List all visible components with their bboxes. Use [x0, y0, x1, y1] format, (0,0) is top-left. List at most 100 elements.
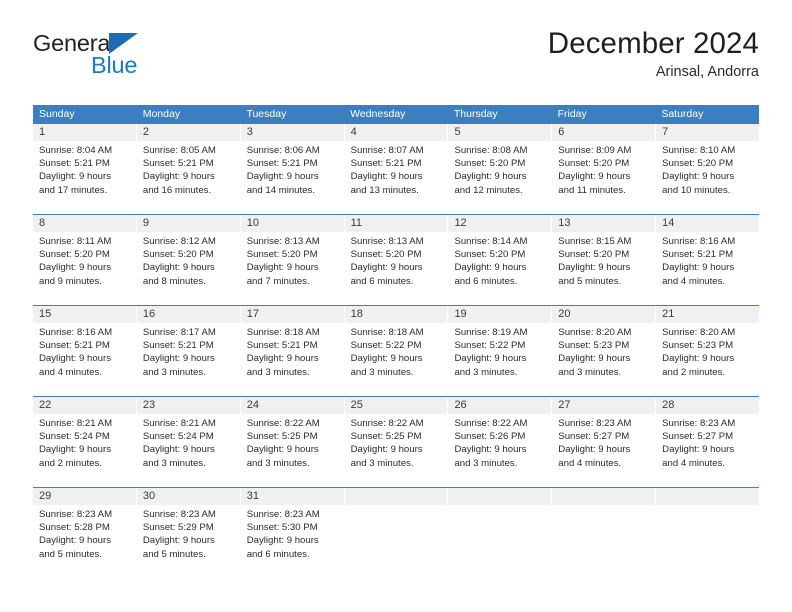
calendar-day-cell[interactable]: 31 Sunrise: 8:23 AM Sunset: 5:30 PM Dayligh…	[240, 488, 345, 578]
day-number: 12	[448, 215, 552, 232]
calendar-day-cell[interactable]: 27 Sunrise: 8:23 AM Sunset: 5:27 PM Dayligh…	[552, 397, 657, 487]
calendar-day-cell[interactable]: 6 Sunrise: 8:09 AM Sunset: 5:20 PM Daylight…	[552, 124, 657, 214]
daylight-duration-line2: and 14 minutes.	[246, 184, 315, 196]
sunset-time: Sunset: 5:21 PM	[39, 340, 110, 352]
sunrise-time: Sunrise: 8:18 AM	[350, 327, 424, 338]
calendar-day-cell[interactable]: 7 Sunrise: 8:10 AM Sunset: 5:20 PM Daylight…	[656, 124, 760, 214]
calendar-day-cell[interactable]: 21 Sunrise: 8:20 AM Sunset: 5:23 PM Dayligh…	[656, 306, 760, 396]
calendar-day-cell[interactable]: 24 Sunrise: 8:22 AM Sunset: 5:25 PM Dayligh…	[240, 397, 345, 487]
calendar-day-cell[interactable]: 1 Sunrise: 8:04 AM Sunset: 5:21 PM Daylight…	[33, 124, 137, 214]
calendar-day-cell[interactable]: 5 Sunrise: 8:08 AM Sunset: 5:20 PM Daylight…	[448, 124, 553, 214]
calendar-day-cell[interactable]: 8 Sunrise: 8:11 AM Sunset: 5:20 PM Daylight…	[33, 215, 137, 305]
calendar-week-row: 8 Sunrise: 8:11 AM Sunset: 5:20 PM Daylight…	[33, 214, 760, 305]
logo-text-blue: Blue	[91, 52, 138, 78]
daylight-duration-line2: and 6 minutes.	[246, 548, 310, 560]
sunrise-time: Sunrise: 8:20 AM	[662, 327, 736, 338]
daylight-duration-line1: Daylight: 9 hours	[246, 171, 319, 183]
calendar-day-cell[interactable]: 4 Sunrise: 8:07 AM Sunset: 5:21 PM Daylight…	[344, 124, 449, 214]
sunrise-time: Sunrise: 8:08 AM	[454, 145, 528, 156]
calendar-day-cell[interactable]: 28 Sunrise: 8:23 AM Sunset: 5:27 PM Dayligh…	[656, 397, 760, 487]
sunset-time: Sunset: 5:20 PM	[558, 249, 630, 261]
sunrise-time: Sunrise: 8:05 AM	[142, 145, 216, 156]
sunset-time: Sunset: 5:23 PM	[662, 340, 734, 352]
weekday-header-thursday: Thursday	[453, 108, 498, 120]
day-number: 30	[136, 488, 240, 505]
daylight-duration-line2: and 16 minutes.	[142, 184, 212, 196]
daylight-duration-line1: Daylight: 9 hours	[662, 353, 735, 365]
sunset-time: Sunset: 5:22 PM	[454, 340, 526, 352]
day-number: 24	[240, 397, 344, 414]
daylight-duration-line2: and 3 minutes.	[142, 457, 206, 469]
daylight-duration-line2: and 5 minutes.	[39, 548, 102, 560]
daylight-duration-line2: and 3 minutes.	[454, 366, 518, 378]
day-number	[344, 488, 448, 505]
calendar-day-cell[interactable]: 14 Sunrise: 8:16 AM Sunset: 5:21 PM Dayligh…	[656, 215, 760, 305]
sunset-time: Sunset: 5:24 PM	[39, 431, 110, 443]
daylight-duration-line2: and 13 minutes.	[350, 184, 419, 196]
calendar-week-row: 29 Sunrise: 8:23 AM Sunset: 5:28 PM Dayligh…	[33, 487, 760, 578]
general-blue-logo[interactable]: General Blue	[33, 31, 243, 88]
day-number: 29	[33, 488, 136, 505]
calendar-day-cell[interactable]: 10 Sunrise: 8:13 AM Sunset: 5:20 PM Dayligh…	[240, 215, 345, 305]
calendar-day-cell[interactable]: 30 Sunrise: 8:23 AM Sunset: 5:29 PM Dayligh…	[136, 488, 241, 578]
calendar-day-cell[interactable]: 2 Sunrise: 8:05 AM Sunset: 5:21 PM Daylight…	[136, 124, 241, 214]
sunrise-time: Sunrise: 8:23 AM	[558, 418, 632, 429]
calendar-day-cell[interactable]: 19 Sunrise: 8:19 AM Sunset: 5:22 PM Dayligh…	[448, 306, 553, 396]
weekday-header-saturday: Saturday	[661, 108, 704, 120]
calendar-day-cell[interactable]: 3 Sunrise: 8:06 AM Sunset: 5:21 PM Daylight…	[240, 124, 345, 214]
day-number: 5	[448, 124, 552, 141]
day-details: Sunrise: 8:10 AM Sunset: 5:20 PM Daylight:…	[656, 141, 759, 197]
calendar-day-cell[interactable]: 11 Sunrise: 8:13 AM Sunset: 5:20 PM Dayligh…	[344, 215, 449, 305]
calendar-cell-empty	[344, 488, 449, 578]
calendar-day-cell[interactable]: 23 Sunrise: 8:21 AM Sunset: 5:24 PM Dayligh…	[136, 397, 241, 487]
weekday-header-row: Sunday Monday Tuesday Wednesday Thursday Frid…	[33, 105, 759, 124]
daylight-duration-line2: and 17 minutes.	[39, 184, 108, 196]
calendar-day-cell[interactable]: 16 Sunrise: 8:17 AM Sunset: 5:21 PM Dayligh…	[136, 306, 241, 396]
calendar-day-cell[interactable]: 22 Sunrise: 8:21 AM Sunset: 5:24 PM Dayligh…	[33, 397, 137, 487]
sunrise-time: Sunrise: 8:21 AM	[39, 418, 113, 429]
daylight-duration-line1: Daylight: 9 hours	[246, 353, 319, 365]
sunset-time: Sunset: 5:27 PM	[558, 431, 630, 443]
daylight-duration-line2: and 2 minutes.	[39, 457, 102, 469]
daylight-duration-line1: Daylight: 9 hours	[246, 262, 319, 274]
day-number: 25	[344, 397, 448, 414]
calendar-day-cell[interactable]: 18 Sunrise: 8:18 AM Sunset: 5:22 PM Dayligh…	[344, 306, 449, 396]
sunset-time: Sunset: 5:21 PM	[142, 158, 214, 170]
calendar-cell-empty	[656, 488, 760, 578]
sunrise-time: Sunrise: 8:16 AM	[662, 236, 736, 247]
daylight-duration-line2: and 4 minutes.	[662, 275, 726, 287]
daylight-duration-line1: Daylight: 9 hours	[246, 535, 319, 547]
day-number: 15	[33, 306, 136, 323]
calendar-day-cell[interactable]: 17 Sunrise: 8:18 AM Sunset: 5:21 PM Dayligh…	[240, 306, 345, 396]
calendar-day-cell[interactable]: 15 Sunrise: 8:16 AM Sunset: 5:21 PM Dayligh…	[33, 306, 137, 396]
calendar-page: General Blue December 2024 Arinsal, Ando…	[0, 0, 792, 612]
daylight-duration-line2: and 3 minutes.	[558, 366, 622, 378]
day-details: Sunrise: 8:20 AM Sunset: 5:23 PM Daylight:…	[656, 323, 759, 379]
sunrise-time: Sunrise: 8:23 AM	[662, 418, 736, 429]
day-details: Sunrise: 8:15 AM Sunset: 5:20 PM Daylight:…	[552, 232, 655, 288]
sunrise-time: Sunrise: 8:13 AM	[350, 236, 424, 247]
calendar-day-cell[interactable]: 26 Sunrise: 8:22 AM Sunset: 5:26 PM Dayligh…	[448, 397, 553, 487]
sunset-time: Sunset: 5:20 PM	[142, 249, 214, 261]
calendar-day-cell[interactable]: 25 Sunrise: 8:22 AM Sunset: 5:25 PM Dayligh…	[344, 397, 449, 487]
calendar-day-cell[interactable]: 29 Sunrise: 8:23 AM Sunset: 5:28 PM Dayligh…	[33, 488, 137, 578]
sunrise-time: Sunrise: 8:15 AM	[558, 236, 632, 247]
sunset-time: Sunset: 5:27 PM	[662, 431, 734, 443]
calendar-day-cell[interactable]: 9 Sunrise: 8:12 AM Sunset: 5:20 PM Daylight…	[136, 215, 241, 305]
day-details: Sunrise: 8:06 AM Sunset: 5:21 PM Daylight:…	[241, 141, 344, 197]
daylight-duration-line1: Daylight: 9 hours	[142, 535, 215, 547]
sunset-time: Sunset: 5:24 PM	[142, 431, 214, 443]
day-number: 13	[552, 215, 656, 232]
calendar-day-cell[interactable]: 20 Sunrise: 8:20 AM Sunset: 5:23 PM Dayligh…	[552, 306, 657, 396]
sunrise-time: Sunrise: 8:23 AM	[142, 509, 216, 520]
calendar-day-cell[interactable]: 13 Sunrise: 8:15 AM Sunset: 5:20 PM Dayligh…	[552, 215, 657, 305]
daylight-duration-line2: and 11 minutes.	[558, 184, 626, 196]
location-subtitle: Arinsal, Andorra	[655, 64, 759, 81]
sunset-time: Sunset: 5:21 PM	[39, 158, 110, 170]
calendar-day-cell[interactable]: 12 Sunrise: 8:14 AM Sunset: 5:20 PM Dayligh…	[448, 215, 553, 305]
sunset-time: Sunset: 5:21 PM	[246, 340, 318, 352]
daylight-duration-line2: and 5 minutes.	[142, 548, 206, 560]
daylight-duration-line2: and 4 minutes.	[39, 366, 102, 378]
daylight-duration-line1: Daylight: 9 hours	[350, 262, 423, 274]
daylight-duration-line2: and 4 minutes.	[558, 457, 622, 469]
